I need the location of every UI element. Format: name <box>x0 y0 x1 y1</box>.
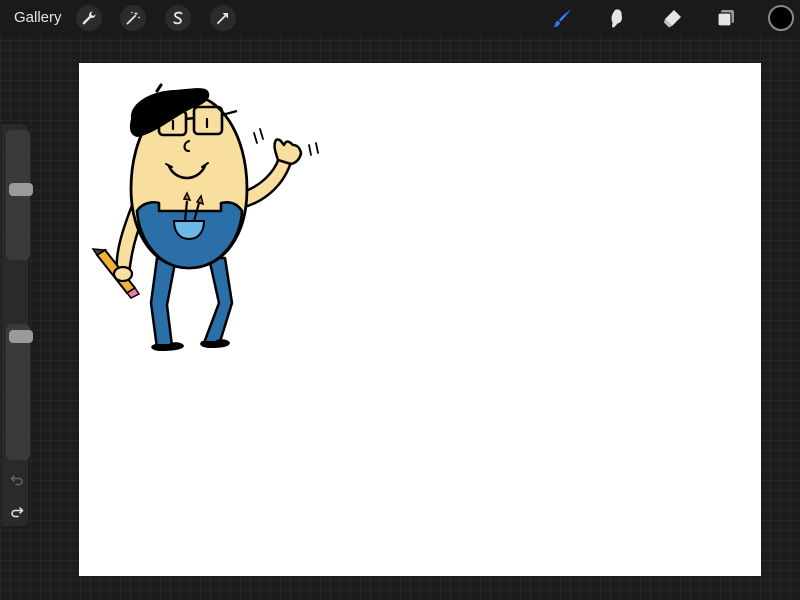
eraser-icon <box>664 10 681 28</box>
brush-size-thumb[interactable] <box>9 183 33 196</box>
layers-button[interactable] <box>712 4 740 32</box>
eraser-tool-button[interactable] <box>658 4 686 32</box>
smudge-tool-button[interactable] <box>603 4 631 32</box>
gallery-button[interactable]: Gallery <box>14 9 62 27</box>
redo-icon <box>11 507 24 518</box>
transform-arrow-icon <box>217 13 228 24</box>
selection-button[interactable] <box>165 5 191 31</box>
redo-button[interactable] <box>7 502 27 522</box>
drawing-canvas[interactable] <box>79 63 761 576</box>
brush-size-slider[interactable] <box>6 130 33 260</box>
brush-tool-button[interactable] <box>548 4 576 32</box>
selection-s-icon <box>173 11 183 25</box>
wrench-icon <box>82 11 96 25</box>
layers-icon <box>717 10 734 27</box>
actions-button[interactable] <box>76 5 102 31</box>
undo-icon <box>10 475 23 486</box>
brush-opacity-slider[interactable] <box>6 324 33 460</box>
left-sidebar <box>2 124 33 526</box>
top-toolbar: Gallery <box>0 0 800 36</box>
undo-button[interactable] <box>7 470 27 490</box>
color-picker-button[interactable] <box>768 5 794 31</box>
transform-button[interactable] <box>210 5 236 31</box>
adjustments-button[interactable] <box>120 5 146 31</box>
brush-icon <box>553 9 571 28</box>
egg-artist-drawing <box>91 83 319 351</box>
smudge-icon <box>611 9 622 28</box>
magic-wand-icon <box>126 11 140 25</box>
brush-opacity-thumb[interactable] <box>9 330 33 343</box>
